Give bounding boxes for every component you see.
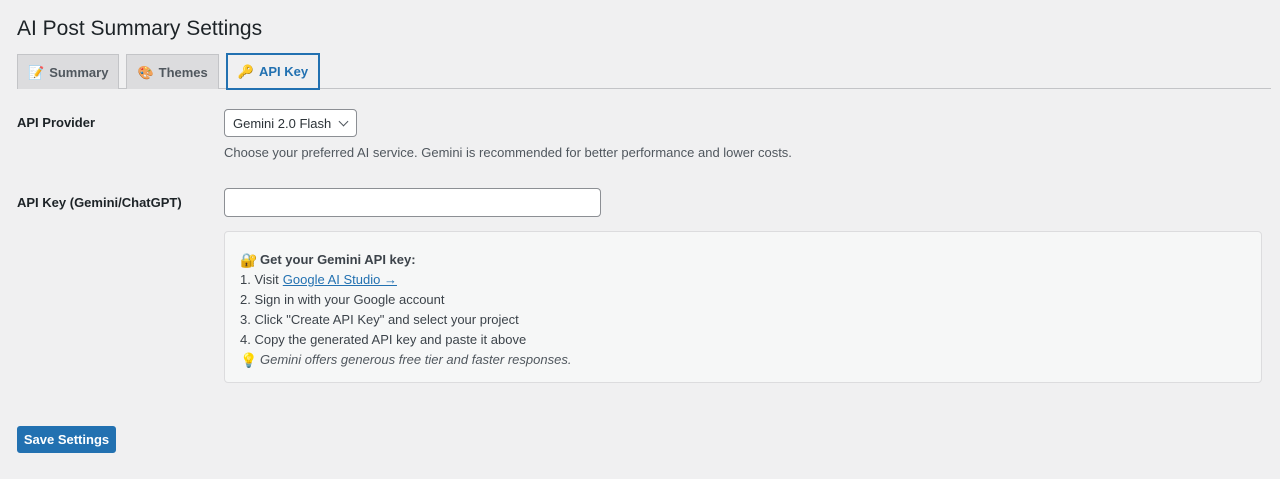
- tab-themes[interactable]: 🎨 Themes: [126, 54, 219, 89]
- help-title-row: 🔐 Get your Gemini API key:: [240, 250, 1246, 270]
- tab-summary-label: Summary: [49, 64, 109, 80]
- api-key-input[interactable]: [224, 188, 601, 217]
- tab-api-key[interactable]: 🔑 API Key: [225, 53, 321, 90]
- settings-tabs: 📝 Summary 🎨 Themes 🔑 API Key: [17, 52, 327, 90]
- help-step-1: 1. Visit Google AI Studio →: [240, 270, 1246, 290]
- tab-summary[interactable]: 📝 Summary: [17, 54, 120, 89]
- memo-icon: 📝: [28, 64, 45, 80]
- light-bulb-icon: 💡: [240, 352, 258, 368]
- help-step-2: 2. Sign in with your Google account: [240, 292, 445, 307]
- help-title: Get your Gemini API key:: [260, 252, 416, 267]
- api-provider-select[interactable]: Gemini 2.0 Flash: [224, 109, 357, 137]
- help-note: Gemini offers generous free tier and fas…: [260, 352, 572, 367]
- page-title: AI Post Summary Settings: [17, 17, 263, 40]
- api-provider-label: API Provider: [17, 115, 96, 130]
- api-provider-selected-value: Gemini 2.0 Flash: [233, 115, 332, 131]
- help-step-1-text: 1. Visit: [240, 272, 279, 287]
- api-key-help-box: 🔐 Get your Gemini API key: 1. Visit Goog…: [224, 231, 1262, 383]
- api-provider-description: Choose your preferred AI service. Gemini…: [224, 145, 792, 160]
- help-step-4: 4. Copy the generated API key and paste …: [240, 332, 527, 347]
- chevron-down-icon: [338, 116, 349, 127]
- tab-api-key-label: API Key: [258, 64, 309, 79]
- help-note-row: 💡 Gemini offers generous free tier and f…: [240, 350, 1246, 370]
- key-icon: 🔑: [237, 64, 254, 79]
- palette-icon: 🎨: [137, 64, 154, 80]
- lock-with-key-icon: 🔐: [240, 252, 258, 268]
- save-settings-button[interactable]: Save Settings: [17, 426, 116, 453]
- help-step-3: 3. Click "Create API Key" and select you…: [240, 312, 519, 327]
- tab-themes-label: Themes: [158, 64, 208, 80]
- google-ai-studio-link[interactable]: Google AI Studio →: [283, 270, 397, 290]
- api-key-label: API Key (Gemini/ChatGPT): [17, 195, 182, 210]
